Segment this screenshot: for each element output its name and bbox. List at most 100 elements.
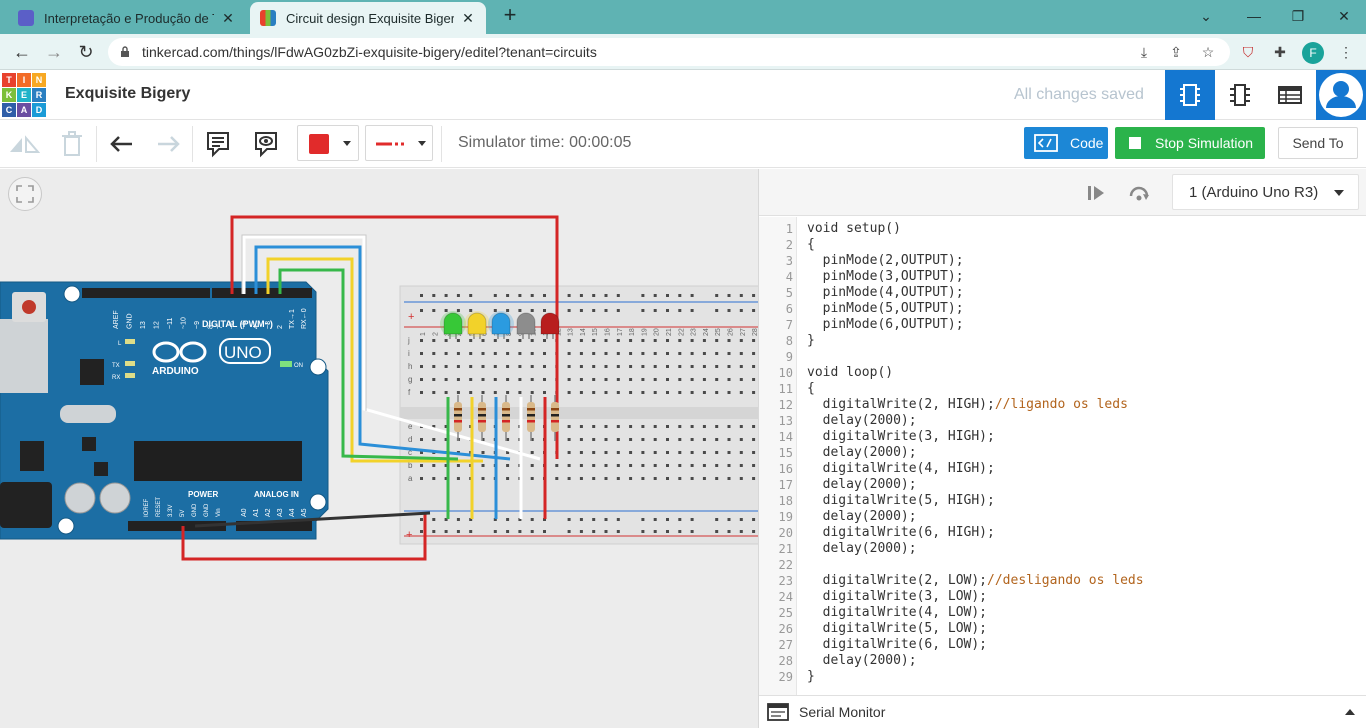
toggle-notes-button[interactable] <box>250 128 282 160</box>
restore-icon[interactable]: ❐ <box>1284 5 1312 27</box>
extensions-puzzle-icon[interactable]: ✚ <box>1270 42 1290 62</box>
resistor[interactable] <box>454 402 462 432</box>
serial-monitor-bar[interactable]: Serial Monitor <box>759 695 1366 728</box>
digital-pin-label: ~5 <box>241 321 248 329</box>
resistor[interactable] <box>478 402 486 432</box>
chevron-down-icon <box>343 141 351 146</box>
atmega-chip <box>134 441 302 481</box>
code-button[interactable]: Code <box>1024 127 1108 159</box>
install-icon[interactable]: ⤓ <box>1134 42 1154 62</box>
notes-button[interactable] <box>202 128 234 160</box>
close-window-icon[interactable]: ✕ <box>1330 5 1358 27</box>
send-to-button[interactable]: Send To <box>1278 127 1358 159</box>
component-list-button[interactable] <box>1265 70 1315 120</box>
breadboard-hole <box>567 339 571 342</box>
breadboard-hole <box>727 352 731 355</box>
close-tab-icon[interactable]: ✕ <box>220 10 236 27</box>
back-icon[interactable]: ← <box>10 40 34 64</box>
breadboard-column-number: 24 <box>703 328 710 336</box>
breadboard-hole <box>518 391 522 394</box>
step-icon[interactable] <box>1084 181 1108 205</box>
breadboard-hole <box>469 294 473 297</box>
breadboard-hole <box>752 294 756 297</box>
tab-search-icon[interactable]: ⌄ <box>1192 5 1220 27</box>
code-statement: delay(2000); <box>807 477 917 492</box>
mounting-hole <box>309 358 327 376</box>
breadboard-hole <box>653 378 657 381</box>
code-text: pinMode(6,OUTPUT); <box>807 317 964 333</box>
l-led <box>125 339 135 344</box>
step-over-icon[interactable] <box>1127 181 1151 205</box>
resistor[interactable] <box>551 402 559 432</box>
led[interactable] <box>540 312 560 335</box>
browser-menu-icon[interactable]: ⋮ <box>1336 42 1356 62</box>
bookmark-star-icon[interactable]: ☆ <box>1198 42 1218 62</box>
breadboard-hole <box>616 365 620 368</box>
breadboard-hole <box>739 309 743 312</box>
chevron-up-icon[interactable] <box>1345 709 1355 715</box>
tab-teams[interactable]: Interpretação e Produção de Text ✕ <box>8 2 246 34</box>
breadboard-hole <box>456 378 460 381</box>
tab-tinkercad[interactable]: Circuit design Exquisite Bigery | T ✕ <box>250 2 486 34</box>
tab-title: Interpretação e Produção de Text <box>44 10 214 26</box>
breadboard-hole <box>604 352 608 355</box>
breadboard-hole <box>456 352 460 355</box>
breadboard-hole <box>678 378 682 381</box>
led[interactable] <box>443 312 463 335</box>
url-text: tinkercad.com/things/lFdwAG0zbZi-exquisi… <box>142 44 597 60</box>
breadboard-hole <box>530 391 534 394</box>
code-line: 27 digitalWrite(6, LOW); <box>759 637 1366 653</box>
url-field[interactable]: tinkercad.com/things/lFdwAG0zbZi-exquisi… <box>108 38 1230 66</box>
close-tab-icon[interactable]: ✕ <box>460 10 476 27</box>
code-editor[interactable]: 1 void setup() 2{3 pinMode(2,OUTPUT); 4 pin… <box>759 217 1366 695</box>
led[interactable] <box>467 312 487 335</box>
breadboard-hole <box>752 339 756 342</box>
code-statement: digitalWrite(6, HIGH); <box>807 525 995 540</box>
schematic-view-button[interactable] <box>1215 70 1265 120</box>
breadboard-hole <box>690 464 694 467</box>
circuit-canvas[interactable]: 1234567891011121314151617181920212223242… <box>0 169 758 728</box>
undo-button[interactable] <box>106 128 138 160</box>
breadboard-hole <box>641 294 645 297</box>
code-statement: digitalWrite(3, LOW); <box>807 589 988 604</box>
share-icon[interactable]: ⇪ <box>1166 42 1186 62</box>
rotate-button[interactable] <box>8 128 40 160</box>
breadboard-hole <box>666 425 669 428</box>
breadboard-hole <box>727 438 731 441</box>
code-text: } <box>807 333 815 349</box>
profile-avatar[interactable]: F <box>1302 42 1324 64</box>
led[interactable] <box>491 312 511 335</box>
breadboard-hole <box>616 391 620 394</box>
code-text: pinMode(5,OUTPUT); <box>807 301 964 317</box>
code-line: 11 { <box>759 381 1366 397</box>
breadboard-hole <box>690 294 694 297</box>
code-text: delay(2000); <box>807 653 917 669</box>
new-tab-button[interactable]: + <box>498 4 522 28</box>
breadboard-hole <box>653 477 657 480</box>
resistor[interactable] <box>502 402 510 432</box>
reload-icon[interactable]: ↻ <box>74 40 98 64</box>
led[interactable] <box>516 312 536 335</box>
redo-button[interactable] <box>152 128 184 160</box>
wire-type-dropdown[interactable] <box>365 125 433 161</box>
breadboard-hole <box>444 530 448 533</box>
resistor[interactable] <box>527 402 535 432</box>
breadboard-hole <box>604 518 608 521</box>
user-avatar[interactable] <box>1316 70 1366 120</box>
extension-shield-icon[interactable]: ⛉ <box>1238 42 1258 62</box>
stop-simulation-button[interactable]: Stop Simulation <box>1115 127 1265 159</box>
minimize-icon[interactable]: — <box>1240 5 1268 27</box>
breadboard-hole <box>543 294 546 297</box>
board-selector[interactable]: 1 (Arduino Uno R3) <box>1172 174 1359 210</box>
project-title[interactable]: Exquisite Bigery <box>65 85 190 103</box>
forward-icon[interactable]: → <box>42 40 66 64</box>
circuit-view-button[interactable] <box>1165 70 1215 120</box>
tinkercad-logo[interactable]: TIN KER CAD <box>2 73 46 117</box>
breadboard-hole <box>702 477 706 480</box>
breadboard-hole <box>469 391 473 394</box>
code-text: digitalWrite(2, LOW);//desligando os led… <box>807 573 1144 589</box>
wire-color-dropdown[interactable] <box>297 125 359 161</box>
delete-button[interactable] <box>56 128 88 160</box>
arduino-uno-board[interactable]: ARDUINOUNODIGITAL (PWM~)POWER ANALOG INON… <box>0 281 329 540</box>
line-number: 20 <box>778 526 793 540</box>
